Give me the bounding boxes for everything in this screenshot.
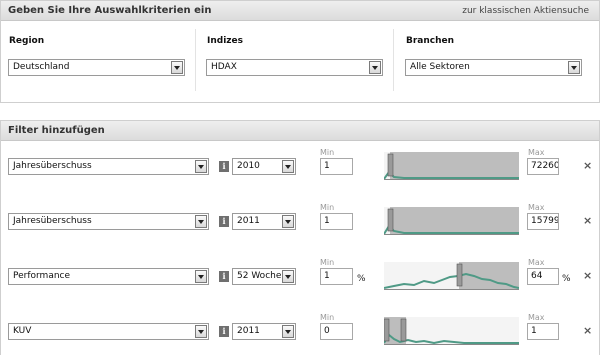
histogram-graphic [384,317,519,344]
chevron-down-icon[interactable] [282,160,294,173]
unit-label: % [357,274,366,284]
period-select-value: 2011 [237,326,260,336]
divider [195,29,196,91]
period-select[interactable]: 2011 [232,323,296,340]
range-slider[interactable] [384,152,519,180]
min-input[interactable]: 1 [320,213,353,230]
filter-row: KUV i 2011 Min 0 Max 1 × [1,312,599,355]
range-slider[interactable] [384,262,519,290]
region-label: Region [9,36,45,46]
slider-range [390,207,519,234]
branchen-label: Branchen [406,36,455,46]
criteria-header: Geben Sie Ihre Auswahlkriterien ein zur … [1,1,599,21]
info-icon[interactable]: i [219,271,229,282]
min-label: Min [320,148,335,157]
close-icon[interactable]: × [583,324,592,337]
range-slider[interactable] [384,207,519,235]
slider-handle-max[interactable] [400,318,407,342]
filter-row: Jahresüberschuss i 2011 Min 1 Max 157990… [1,202,599,256]
histogram-graphic [384,152,519,179]
info-icon[interactable]: i [219,216,229,227]
metric-select-value: Jahresüberschuss [13,216,92,226]
filters-title: Filter hinzufügen [8,125,105,136]
period-select[interactable]: 2010 [232,158,296,175]
max-label: Max [528,313,545,322]
filter-row: Jahresüberschuss i 2010 Min 1 Max 722600… [1,147,599,201]
region-select[interactable]: Deutschland [8,59,185,76]
slider-handle-min[interactable] [387,153,394,177]
chevron-down-icon[interactable] [282,325,294,338]
filters-panel: Filter hinzufügen Jahresüberschuss i 201… [0,120,600,355]
indizes-select-value: HDAX [211,62,237,72]
chevron-down-icon[interactable] [171,61,183,74]
chevron-down-icon[interactable] [282,215,294,228]
criteria-panel: Geben Sie Ihre Auswahlkriterien ein zur … [0,0,600,103]
metric-select[interactable]: Jahresüberschuss [8,158,209,175]
period-select[interactable]: 52 Wochen [232,268,296,285]
period-select-value: 2011 [237,216,260,226]
info-icon[interactable]: i [219,326,229,337]
max-label: Max [528,258,545,267]
chevron-down-icon[interactable] [282,270,294,283]
branchen-select-value: Alle Sektoren [410,62,470,72]
criteria-title: Geben Sie Ihre Auswahlkriterien ein [8,5,212,16]
metric-select-value: KUV [13,326,32,336]
filters-header: Filter hinzufügen [1,121,599,141]
period-select-value: 2010 [237,161,260,171]
chevron-down-icon[interactable] [195,160,207,173]
unit-label: % [562,274,571,284]
min-input[interactable]: 0 [320,323,353,340]
max-input[interactable]: 722600 [527,158,559,175]
close-icon[interactable]: × [583,214,592,227]
region-select-value: Deutschland [13,62,70,72]
slider-handle-min[interactable] [456,263,463,287]
branchen-select[interactable]: Alle Sektoren [405,59,582,76]
close-icon[interactable]: × [583,269,592,282]
metric-select-value: Jahresüberschuss [13,161,92,171]
max-input[interactable]: 1 [527,323,559,340]
chevron-down-icon[interactable] [568,61,580,74]
indizes-select[interactable]: HDAX [206,59,383,76]
min-label: Min [320,258,335,267]
info-icon[interactable]: i [219,161,229,172]
min-label: Min [320,313,335,322]
chevron-down-icon[interactable] [195,270,207,283]
min-input[interactable]: 1 [320,268,353,285]
max-input[interactable]: 1579900 [527,213,559,230]
filter-row: Performance i 52 Wochen Min 1 % Max 64 %… [1,257,599,311]
period-select-value: 52 Wochen [237,271,288,281]
max-input[interactable]: 64 [527,268,559,285]
histogram-graphic [384,207,519,234]
slider-handle-min[interactable] [387,208,394,232]
min-label: Min [320,203,335,212]
min-input[interactable]: 1 [320,158,353,175]
max-label: Max [528,148,545,157]
chevron-down-icon[interactable] [195,325,207,338]
metric-select[interactable]: Performance [8,268,209,285]
chevron-down-icon[interactable] [195,215,207,228]
indizes-label: Indizes [207,36,243,46]
range-slider[interactable] [384,317,519,345]
metric-select[interactable]: Jahresüberschuss [8,213,209,230]
period-select[interactable]: 2011 [232,213,296,230]
metric-select-value: Performance [13,271,71,281]
metric-select[interactable]: KUV [8,323,209,340]
close-icon[interactable]: × [583,159,592,172]
slider-handle-min[interactable] [384,318,390,342]
histogram-graphic [384,262,519,289]
divider [393,29,394,91]
max-label: Max [528,203,545,212]
chevron-down-icon[interactable] [369,61,381,74]
slider-range [390,152,519,179]
classic-search-link[interactable]: zur klassischen Aktiensuche [462,6,589,16]
